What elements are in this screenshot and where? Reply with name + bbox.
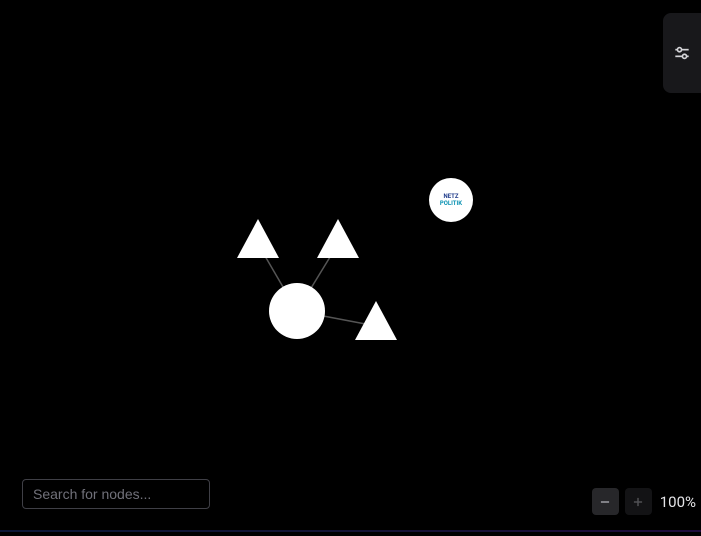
node-label-line1: NETZ bbox=[443, 193, 458, 200]
sliders-icon bbox=[672, 43, 692, 63]
zoom-out-button[interactable] bbox=[592, 488, 619, 515]
labeled-node[interactable]: NETZ POLITIK bbox=[429, 178, 473, 222]
zoom-controls: 100% bbox=[592, 488, 696, 515]
hub-node[interactable] bbox=[269, 283, 325, 339]
triangle-node[interactable] bbox=[317, 219, 359, 258]
search-input[interactable] bbox=[33, 486, 199, 502]
zoom-level-label: 100% bbox=[660, 493, 696, 511]
node-label-line2: POLITIK bbox=[440, 200, 462, 207]
settings-panel-toggle[interactable] bbox=[663, 13, 701, 93]
zoom-in-button[interactable] bbox=[625, 488, 652, 515]
graph-canvas[interactable]: NETZ POLITIK bbox=[0, 0, 701, 532]
search-input-container bbox=[22, 479, 210, 509]
triangle-node[interactable] bbox=[355, 301, 397, 340]
triangle-node[interactable] bbox=[237, 219, 279, 258]
minus-icon bbox=[598, 495, 612, 509]
plus-icon bbox=[631, 495, 645, 509]
